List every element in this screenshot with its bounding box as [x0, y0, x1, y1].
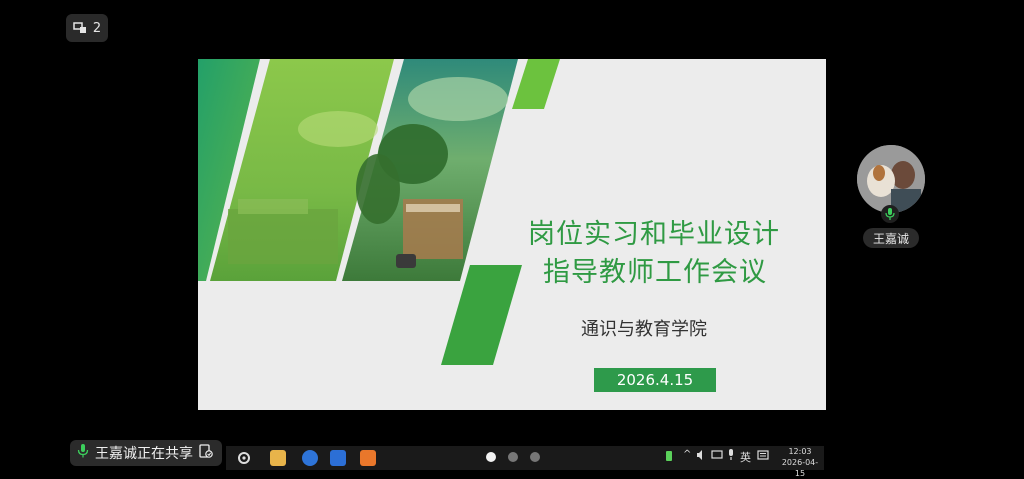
- volume-icon[interactable]: [696, 449, 708, 464]
- ime-indicator[interactable]: 英: [740, 449, 751, 465]
- shared-slide: 岗位实习和毕业设计 指导教师工作会议 通识与教育学院 2026.4.15: [198, 59, 826, 410]
- date-badge: 2026.4.15: [594, 368, 716, 392]
- network-icon[interactable]: [711, 449, 723, 464]
- file-explorer-icon[interactable]: [270, 450, 286, 466]
- mic-icon: [77, 444, 89, 462]
- presenter-name: 王嘉诚: [863, 228, 919, 248]
- screen-counter[interactable]: 2: [66, 14, 108, 42]
- presenter-avatar[interactable]: [857, 145, 925, 213]
- screen-count-text: 2: [92, 20, 102, 36]
- media-player-icon[interactable]: [360, 450, 376, 466]
- sharing-status-text: 王嘉诚正在共享: [95, 446, 193, 462]
- clock-time: 12:03: [788, 447, 812, 456]
- screen-share-icon: [73, 21, 87, 35]
- sharing-status[interactable]: 王嘉诚正在共享: [70, 440, 222, 466]
- keyboard-icon[interactable]: [757, 449, 769, 464]
- page-dot[interactable]: [530, 452, 540, 462]
- system-clock[interactable]: 12:03 2026-04-15: [780, 446, 820, 479]
- mic-tray-icon[interactable]: [727, 449, 735, 464]
- browser-icon[interactable]: [302, 450, 318, 466]
- photos-app-icon[interactable]: [330, 450, 346, 466]
- slide-subtitle: 通识与教育学院: [581, 319, 707, 340]
- slide-title-line1: 岗位实习和毕业设计: [528, 219, 780, 250]
- chevron-up-icon[interactable]: ^: [683, 449, 691, 460]
- settings-app-icon[interactable]: [236, 450, 252, 466]
- clock-date: 2026-04-15: [781, 458, 819, 478]
- accent-top: [512, 59, 560, 109]
- slide-title-line2: 指导教师工作会议: [543, 257, 767, 288]
- mic-icon: [881, 205, 899, 223]
- page-dot[interactable]: [508, 452, 518, 462]
- page-indicator[interactable]: [486, 452, 540, 462]
- page-dot[interactable]: [486, 452, 496, 462]
- battery-icon[interactable]: [666, 451, 672, 461]
- share-screen-icon[interactable]: [199, 444, 213, 462]
